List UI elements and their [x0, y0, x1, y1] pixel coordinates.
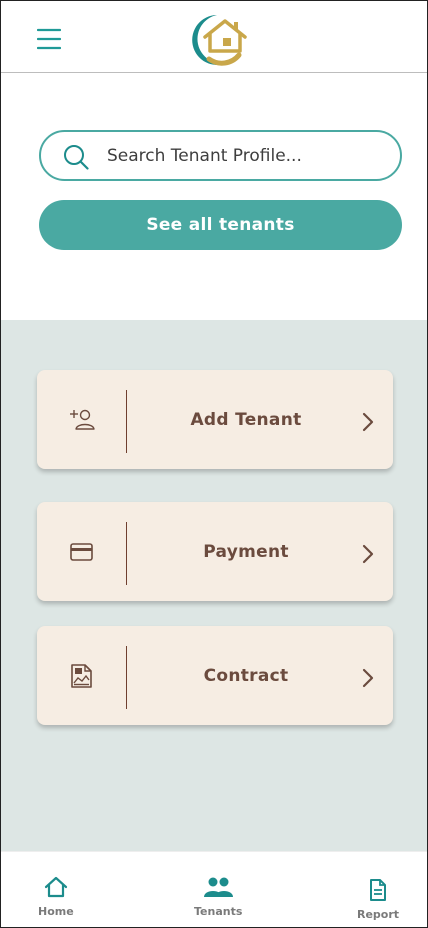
card-divider: [126, 522, 127, 585]
report-document-icon: [369, 879, 387, 905]
top-bar: [1, 1, 427, 73]
chevron-right-icon: [361, 544, 375, 564]
home-icon: [44, 876, 68, 902]
chevron-right-icon: [361, 412, 375, 432]
nav-home-label: Home: [38, 905, 74, 918]
payment-card[interactable]: Payment: [37, 502, 393, 601]
contract-label: Contract: [203, 665, 289, 686]
chevron-right-icon: [361, 668, 375, 688]
tenants-group-icon: [202, 876, 234, 902]
nav-report[interactable]: Report: [357, 879, 399, 921]
credit-card-icon: [69, 539, 95, 565]
see-all-tenants-button[interactable]: See all tenants: [39, 200, 402, 250]
nav-home[interactable]: Home: [38, 876, 74, 918]
card-divider: [126, 646, 127, 709]
card-divider: [126, 390, 127, 453]
house-logo-icon: [187, 11, 247, 67]
search-bar: [39, 130, 402, 181]
add-user-icon: [69, 407, 95, 433]
add-tenant-label: Add Tenant: [190, 409, 302, 430]
bottom-navigation: Home Tenants Report: [1, 851, 427, 927]
nav-tenants-label: Tenants: [194, 905, 243, 918]
hamburger-menu-icon[interactable]: [36, 27, 62, 51]
actions-panel: Add Tenant Payment Contract: [1, 320, 427, 851]
search-icon[interactable]: [63, 144, 89, 170]
search-input[interactable]: [107, 132, 387, 179]
app-screen: See all tenants Add Tenant: [0, 0, 428, 928]
nav-report-label: Report: [357, 908, 400, 921]
nav-tenants[interactable]: Tenants: [194, 876, 242, 918]
payment-label: Payment: [203, 541, 289, 562]
contract-card[interactable]: Contract: [37, 626, 393, 725]
add-tenant-card[interactable]: Add Tenant: [37, 370, 393, 469]
contract-document-icon: [69, 663, 95, 689]
